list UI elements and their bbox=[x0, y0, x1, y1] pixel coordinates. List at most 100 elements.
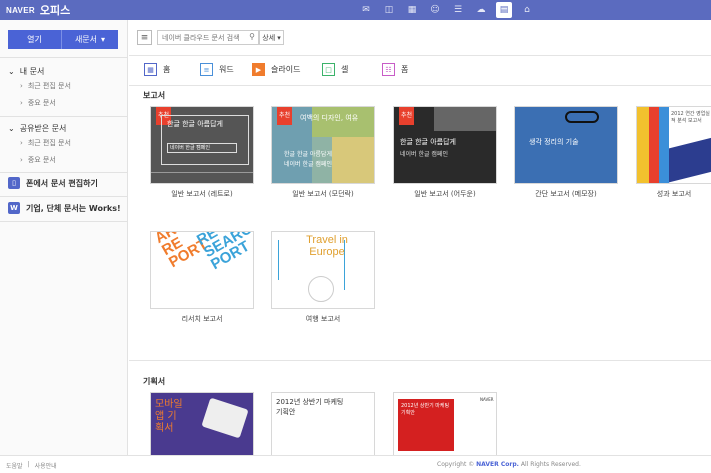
tab-form-label: 폼 bbox=[401, 65, 409, 74]
help-link[interactable]: 도움말 bbox=[6, 461, 23, 470]
template-card-mobile-app[interactable]: 모바일 앱 기획서 bbox=[150, 392, 254, 455]
sidebar-item-my-recent[interactable]: › 최근 편집 문서 bbox=[20, 81, 71, 91]
calendar-app-icon[interactable]: ▦ bbox=[404, 2, 420, 18]
drive-app-icon[interactable]: ◫ bbox=[381, 2, 397, 18]
template-card-retro[interactable]: 추천 한글 한글 아름답게 네이버 한글 캠페인 bbox=[150, 106, 254, 184]
sidebar-buttons: 열기 새문서 ▾ bbox=[8, 30, 118, 49]
travel-pie bbox=[308, 276, 334, 302]
template-caption: 일반 보고서 (모던락) bbox=[292, 190, 354, 198]
footer-links: 도움말 | 사용안내 bbox=[6, 461, 57, 470]
sidebar-item-shared-docs[interactable]: ⌄ 공유받은 문서 bbox=[8, 123, 66, 134]
naver-brand: NAVER bbox=[6, 5, 35, 15]
hamburger-icon: ≡ bbox=[140, 32, 149, 43]
office-app-icon[interactable]: ▤ bbox=[496, 2, 512, 18]
tab-home[interactable]: ▦ 홈 bbox=[144, 63, 170, 76]
template-card-research[interactable]: ARCHREPORT RESEARCHPORT bbox=[150, 231, 254, 309]
template-title: 여백의 디자인, 여유 bbox=[300, 114, 359, 122]
template-subtitle: 네이버 한글 캠페인 bbox=[167, 143, 237, 153]
chevron-down-icon: ⌄ bbox=[8, 124, 15, 133]
search-icon[interactable]: ⚲ bbox=[249, 32, 255, 41]
main-content: ≡ ⚲ 상세 ▾ ▦ 홈 ≡ 워드 ▶ 슬라이드 □ 셀 ☷ 폼 bbox=[129, 20, 711, 455]
menu-toggle-button[interactable]: ≡ bbox=[137, 30, 152, 45]
cloud-app-icon[interactable]: ☁ bbox=[473, 2, 489, 18]
tab-slide[interactable]: ▶ 슬라이드 bbox=[252, 63, 300, 76]
sidebar: 열기 새문서 ▾ ⌄ 내 문서 › 최근 편집 문서 › 중요 문서 ⌄ 공유받… bbox=[0, 20, 128, 455]
toolbar: ≡ ⚲ 상세 ▾ bbox=[129, 20, 711, 56]
copyright-prefix: Copyright © bbox=[437, 461, 475, 468]
app-switcher: ✉ ◫ ▦ ☺ ☰ ☁ ▤ ⌂ bbox=[358, 2, 535, 18]
search-input[interactable] bbox=[158, 31, 244, 44]
chevron-right-icon: › bbox=[20, 99, 23, 107]
sidebar-item-shared-important[interactable]: › 중요 문서 bbox=[20, 155, 56, 165]
tab-cell[interactable]: □ 셀 bbox=[322, 63, 348, 76]
perf-book bbox=[669, 137, 711, 183]
form-list-icon: ☷ bbox=[382, 63, 395, 76]
tab-slide-label: 슬라이드 bbox=[271, 65, 301, 74]
template-card-marketing-red[interactable]: 2012년 상반기 마케팅 기획안 NAVER bbox=[393, 392, 497, 455]
works-icon: W bbox=[8, 202, 20, 214]
retro-line bbox=[151, 172, 253, 173]
tab-word-label: 워드 bbox=[219, 65, 234, 74]
section-title-report: 보고서 bbox=[143, 91, 166, 100]
sidebar-divider bbox=[0, 172, 128, 173]
template-title: 2012년 상반기 마케팅 기획안 bbox=[276, 398, 344, 416]
template-title: 모바일 앱 기획서 bbox=[155, 399, 183, 434]
sidebar-divider bbox=[0, 221, 128, 222]
template-caption: 리서치 보고서 bbox=[181, 315, 223, 323]
sidebar-item-my-docs[interactable]: ⌄ 내 문서 bbox=[8, 66, 44, 77]
promo-phone-label: 폰에서 문서 편집하기 bbox=[26, 178, 98, 188]
chevron-right-icon: › bbox=[20, 139, 23, 147]
template-card-modern[interactable]: 추천 여백의 디자인, 여유 한글 한글 아름답게 네이버 한글 캠페인 bbox=[271, 106, 375, 184]
caret-down-icon: ▾ bbox=[101, 35, 106, 44]
guide-link[interactable]: 사용안내 bbox=[35, 461, 57, 470]
copyright: Copyright © NAVER Corp. All Rights Reser… bbox=[437, 461, 581, 468]
word-doc-icon: ≡ bbox=[200, 63, 213, 76]
mail-app-icon[interactable]: ✉ bbox=[358, 2, 374, 18]
copyright-suffix: All Rights Reserved. bbox=[520, 461, 581, 468]
search-box: ⚲ bbox=[157, 30, 259, 45]
copyright-brand[interactable]: NAVER Corp. bbox=[476, 461, 519, 468]
chevron-right-icon: › bbox=[20, 82, 23, 90]
sidebar-item-shared-recent[interactable]: › 최근 편집 문서 bbox=[20, 138, 71, 148]
sidebar-divider bbox=[0, 116, 128, 117]
template-card-memo[interactable]: 생각 정리의 기술 bbox=[514, 106, 618, 184]
perf-stripe bbox=[637, 107, 649, 183]
sidebar-divider bbox=[0, 196, 128, 197]
contacts-app-icon[interactable]: ☺ bbox=[427, 2, 443, 18]
travel-list-left bbox=[278, 240, 304, 280]
new-document-button[interactable]: 새문서 ▾ bbox=[62, 30, 118, 49]
sidebar-item-my-important[interactable]: › 중요 문서 bbox=[20, 98, 56, 108]
template-card-travel[interactable]: Travel in Europe bbox=[271, 231, 375, 309]
template-title: 생각 정리의 기술 bbox=[529, 138, 579, 146]
template-card-performance[interactable]: 2012 연간 영업실적 분석 보고서 bbox=[636, 106, 711, 184]
phone-icon: ▯ bbox=[8, 177, 20, 189]
top-navigation-bar: NAVER 오피스 ✉ ◫ ▦ ☺ ☰ ☁ ▤ ⌂ bbox=[0, 0, 711, 20]
detail-search-button[interactable]: 상세 ▾ bbox=[259, 30, 284, 45]
phone-graphic bbox=[201, 397, 249, 439]
section-title-plan: 기획서 bbox=[143, 377, 166, 386]
template-brand: NAVER bbox=[480, 397, 494, 402]
open-button[interactable]: 열기 bbox=[8, 30, 62, 49]
tab-word[interactable]: ≡ 워드 bbox=[200, 63, 234, 76]
cell-sheet-icon: □ bbox=[322, 63, 335, 76]
promo-phone-edit[interactable]: ▯ 폰에서 문서 편집하기 bbox=[8, 177, 98, 189]
template-title: 한글 한글 아름답게 bbox=[167, 120, 223, 128]
naver-office-logo[interactable]: NAVER 오피스 bbox=[6, 2, 70, 18]
home-app-icon[interactable]: ⌂ bbox=[519, 2, 535, 18]
template-caption: 일반 보고서 (어두운) bbox=[414, 190, 476, 198]
template-card-marketing[interactable]: 2012년 상반기 마케팅 기획안 bbox=[271, 392, 375, 455]
filter-tabs: ▦ 홈 ≡ 워드 ▶ 슬라이드 □ 셀 ☷ 폼 bbox=[129, 56, 711, 86]
perf-stripe bbox=[659, 107, 669, 183]
perf-stripe bbox=[649, 107, 659, 183]
footer: 도움말 | 사용안내 Copyright © NAVER Corp. All R… bbox=[0, 455, 711, 473]
template-caption: 여행 보고서 bbox=[305, 315, 341, 323]
modern-block bbox=[332, 137, 374, 183]
recommend-badge: 추천 bbox=[277, 107, 292, 125]
template-subtitle: 네이버 한글 캠페인 bbox=[400, 151, 448, 158]
template-subtitle: 한글 한글 아름답게 bbox=[284, 151, 332, 158]
memo-app-icon[interactable]: ☰ bbox=[450, 2, 466, 18]
slide-play-icon: ▶ bbox=[252, 63, 265, 76]
promo-works[interactable]: W 기업, 단체 문서는 Works! bbox=[8, 202, 121, 214]
tab-form[interactable]: ☷ 폼 bbox=[382, 63, 408, 76]
template-card-dark[interactable]: 추천 한글 한글 아름답게 네이버 한글 캠페인 bbox=[393, 106, 497, 184]
